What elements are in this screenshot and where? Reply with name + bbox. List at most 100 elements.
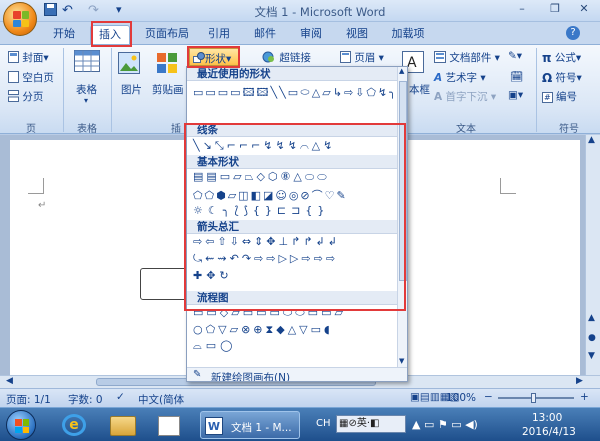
explorer-icon[interactable] bbox=[110, 416, 136, 436]
clipart-button-label[interactable]: 剪贴画 bbox=[152, 82, 184, 97]
zoom-slider-thumb[interactable] bbox=[531, 393, 536, 403]
cover-page-icon bbox=[8, 50, 19, 66]
new-canvas-menu-item[interactable]: ✎ 新建绘图画布(N) bbox=[187, 367, 407, 381]
close-button[interactable]: ✕ bbox=[574, 2, 594, 18]
tab-home[interactable]: 开始 bbox=[46, 25, 82, 44]
blank-page-button[interactable]: 空白页 bbox=[8, 70, 54, 86]
zoom-level[interactable]: 100% bbox=[446, 392, 476, 404]
redo-icon[interactable]: ↷ bbox=[88, 3, 99, 19]
clock-date[interactable]: 2016/4/13 bbox=[522, 426, 576, 438]
taskbar-word-window[interactable]: W 文档 1 - M... bbox=[200, 411, 300, 439]
arrow-shapes-row-1[interactable]: ⇨⇦⇧⇩⇔⇕✥⊥↱↱↲↲ bbox=[187, 234, 407, 251]
table-dropdown-icon[interactable]: ▾ bbox=[84, 96, 88, 105]
hyperlink-button[interactable]: 超链接 bbox=[262, 50, 311, 66]
symbol-button[interactable]: Ω 符号▾ bbox=[542, 70, 582, 85]
clipart-icon[interactable] bbox=[156, 52, 178, 74]
proofing-icon[interactable]: ✓ bbox=[116, 391, 125, 403]
recent-shapes-row[interactable]: ▭▭▭▭🖾🖾╲╲▭⬭△▱↳⇨⇩⬠↯╮ bbox=[187, 81, 407, 117]
ime-mode[interactable]: 英 bbox=[357, 418, 367, 429]
scroll-up-icon[interactable]: ▲ bbox=[588, 135, 595, 145]
arrow-shapes-row-2[interactable]: ⤿⇜⇝↶↷⇨⇨▷▷⇨⇨⇨ bbox=[187, 251, 407, 268]
shapes-icon bbox=[193, 52, 205, 66]
basic-shapes-row-2[interactable]: ⬠⬠⬢▱◫◧◪☺◎⊘⌒♡✎ bbox=[187, 186, 407, 203]
symbol-label: 符号 bbox=[555, 72, 577, 84]
flow-shapes-row-3[interactable]: ⌓▭◯ bbox=[187, 339, 407, 353]
header-button[interactable]: 页眉 ▾ bbox=[340, 50, 384, 66]
dropcap-button[interactable]: A 首字下沉 ▾ bbox=[434, 89, 496, 104]
word-count[interactable]: 字数: 0 bbox=[68, 392, 103, 407]
media-icon[interactable] bbox=[158, 416, 180, 436]
windows-logo-icon bbox=[15, 419, 29, 433]
signature-line-icon[interactable]: ✎▾ bbox=[508, 50, 522, 62]
language-indicator[interactable]: 中文(简体 bbox=[138, 392, 184, 407]
header-icon bbox=[340, 50, 351, 66]
basic-shapes-row-1[interactable]: ▤▤▭▱⏢◇⬡⑧△⬭⬭ bbox=[187, 169, 407, 186]
shapes-button[interactable]: 形状▾ bbox=[189, 48, 239, 66]
line-shapes-row[interactable]: ╲↘⤡⌐⌐⌐↯↯↯⌒△↯ bbox=[187, 137, 407, 155]
wordart-button[interactable]: A 艺术字 ▾ bbox=[434, 70, 486, 85]
ime-indicator[interactable]: CH bbox=[316, 418, 331, 429]
category-basic-shapes: 基本形状 bbox=[187, 155, 407, 169]
page-break-button[interactable]: 分页 bbox=[8, 89, 43, 105]
help-icon[interactable]: ? bbox=[566, 26, 580, 40]
select-browse-icon[interactable]: ● bbox=[588, 333, 596, 343]
omega-icon: Ω bbox=[542, 71, 553, 85]
start-button[interactable] bbox=[6, 410, 36, 440]
tab-references[interactable]: 引用 bbox=[204, 25, 234, 44]
vertical-scrollbar[interactable]: ▲ ▲ ● ▼ bbox=[585, 135, 600, 375]
picture-button-label[interactable]: 图片 bbox=[121, 82, 142, 97]
zoom-out-button[interactable]: − bbox=[484, 391, 493, 403]
clock-time[interactable]: 13:00 bbox=[532, 412, 562, 424]
tab-insert[interactable]: 插入 bbox=[90, 25, 130, 44]
paragraph-mark-icon: ↵ bbox=[38, 200, 47, 211]
equation-button[interactable]: π 公式▾ bbox=[542, 50, 581, 65]
drawn-rectangle-shape[interactable] bbox=[140, 268, 188, 300]
scroll-right-icon[interactable]: ▶ bbox=[576, 376, 583, 386]
ie-icon[interactable]: e bbox=[62, 414, 86, 436]
object-icon[interactable]: ▣▾ bbox=[508, 89, 523, 101]
margin-mark-left bbox=[28, 178, 44, 194]
datetime-icon[interactable]: 🗓 bbox=[510, 70, 523, 83]
scroll-left-icon[interactable]: ◀ bbox=[6, 376, 13, 386]
gallery-scroll-up-icon[interactable]: ▲ bbox=[399, 67, 404, 75]
gallery-scroll-thumb[interactable] bbox=[399, 81, 407, 281]
prev-page-icon[interactable]: ▲ bbox=[588, 313, 595, 323]
ime-toolbar[interactable]: ▦⊘英·◧ bbox=[336, 415, 406, 433]
pi-icon: π bbox=[542, 51, 552, 65]
cover-page-button[interactable]: 封面▾ bbox=[8, 50, 49, 66]
flow-shapes-row-1[interactable]: ▭▭◇▱▭▭▭⬭⬭▭▭▱ bbox=[187, 305, 407, 322]
tab-mailings[interactable]: 邮件 bbox=[250, 25, 280, 44]
table-button-label[interactable]: 表格 bbox=[76, 82, 97, 97]
office-logo-icon bbox=[13, 11, 29, 27]
picture-icon[interactable] bbox=[118, 52, 140, 74]
gallery-scroll-down-icon[interactable]: ▼ bbox=[399, 357, 404, 365]
zoom-in-button[interactable]: + bbox=[580, 391, 589, 403]
wordart-icon: A bbox=[434, 72, 443, 84]
tab-view[interactable]: 视图 bbox=[342, 25, 372, 44]
basic-shapes-row-3[interactable]: ☼☾╮⟅⟆{}⊏⊐{} bbox=[187, 203, 407, 220]
page-break-label: 分页 bbox=[22, 91, 44, 103]
wordart-label: 艺术字 bbox=[445, 72, 477, 84]
table-icon[interactable] bbox=[74, 50, 100, 72]
flow-shapes-row-2[interactable]: ○⬠▽▱⊗⊕⧗◆△▽▭◖ bbox=[187, 322, 407, 339]
restore-button[interactable]: ❐ bbox=[545, 2, 565, 18]
page-count[interactable]: 页面: 1/1 bbox=[6, 392, 51, 407]
tray-icons[interactable]: ▲ ▭ ⚑ ▭ ◀) bbox=[412, 418, 478, 431]
office-button[interactable] bbox=[3, 2, 37, 36]
undo-icon[interactable]: ↶ bbox=[62, 3, 73, 19]
textbox-button-label[interactable]: 本框 bbox=[409, 82, 430, 97]
arrow-shapes-row-3[interactable]: ✚✥↻ bbox=[187, 268, 407, 285]
tab-page-layout[interactable]: 页面布局 bbox=[138, 25, 196, 44]
numbering-button[interactable]: # 编号 bbox=[542, 89, 577, 104]
customize-qat-icon[interactable]: ▾ bbox=[116, 3, 122, 19]
document-parts-button[interactable]: 文档部件 ▾ bbox=[434, 50, 500, 66]
next-page-icon[interactable]: ▼ bbox=[588, 351, 595, 361]
gallery-scrollbar[interactable]: ▲ ▼ bbox=[397, 67, 407, 367]
minimize-button[interactable]: – bbox=[512, 2, 532, 18]
dropcap-icon: A bbox=[434, 91, 443, 103]
tab-review[interactable]: 审阅 bbox=[296, 25, 326, 44]
zoom-slider[interactable] bbox=[498, 397, 574, 399]
tab-addins[interactable]: 加载项 bbox=[386, 25, 430, 44]
category-flowchart: 流程图 bbox=[187, 291, 407, 305]
save-icon[interactable] bbox=[44, 3, 57, 19]
